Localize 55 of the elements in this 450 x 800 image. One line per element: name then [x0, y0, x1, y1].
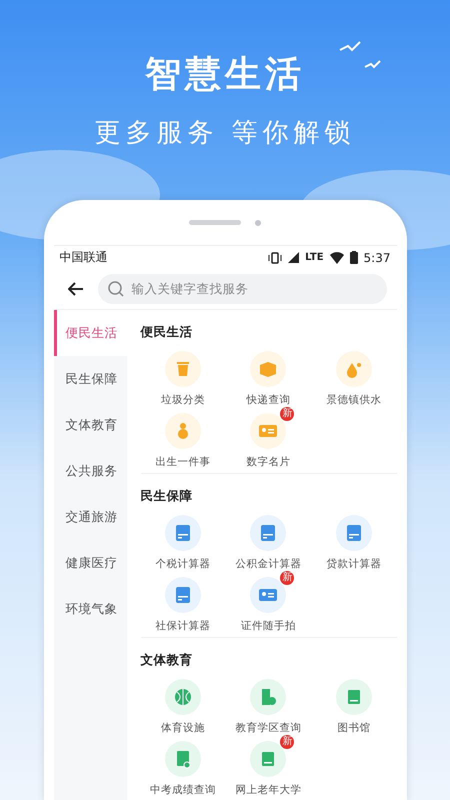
service-label: 体育设施 [161, 721, 206, 735]
category-tab[interactable]: 交通旅游 [54, 494, 126, 540]
service-icon-circle[interactable] [165, 577, 202, 613]
service-label: 数字名片 [246, 455, 290, 469]
category-tab[interactable]: 民生保障 [54, 356, 126, 402]
service-label: 公积金计算器 [235, 557, 302, 571]
service-icon-circle[interactable] [336, 679, 372, 715]
box-icon [258, 359, 278, 379]
category-tab[interactable]: 公共服务 [54, 448, 126, 494]
service-icon-circle[interactable] [165, 351, 202, 387]
basketball-icon [173, 687, 194, 707]
service-icon-circle[interactable] [165, 515, 202, 551]
signal-icon [288, 252, 300, 263]
category-tab[interactable]: 健康医疗 [54, 540, 126, 586]
service-icon-circle[interactable] [250, 515, 286, 551]
headline: 智慧生活 [145, 53, 305, 97]
subheadline: 更多服务 等你解锁 [94, 117, 356, 150]
service-label: 贷款计算器 [326, 557, 382, 571]
vibrate-icon [268, 252, 282, 264]
new-badge: 新 [280, 735, 294, 749]
service-label: 中考成绩查询 [150, 783, 216, 797]
service-icon-circle[interactable] [165, 679, 202, 715]
service-label: 证件随手拍 [240, 619, 296, 633]
new-badge: 新 [280, 571, 294, 585]
service-label: 教育学区查询 [235, 721, 302, 735]
service-label: 垃圾分类 [161, 393, 206, 407]
new-badge: 新 [280, 407, 294, 421]
section-title: 民生保障 [140, 487, 194, 505]
service-label: 个税计算器 [156, 557, 211, 571]
service-label: 图书馆 [337, 721, 370, 735]
service-label: 社保计算器 [156, 619, 211, 633]
back-arrow-icon[interactable] [68, 282, 84, 296]
service-icon-circle[interactable] [165, 413, 202, 449]
section-title: 文体教育 [140, 651, 194, 669]
service-label: 出生一件事 [156, 455, 211, 469]
service-label: 景德镇供水 [326, 393, 382, 407]
category-tab[interactable]: 便民生活 [54, 310, 126, 356]
network-type: LTE [305, 252, 324, 263]
category-tab[interactable]: 文体教育 [54, 402, 126, 448]
service-label: 网上老年大学 [235, 783, 302, 797]
carrier-name: 中国联通 [60, 249, 108, 266]
battery-icon [350, 251, 358, 264]
camera-dot [255, 220, 261, 226]
service-label: 快递查询 [246, 393, 290, 407]
service-icon-circle[interactable] [165, 741, 202, 777]
service-icon-circle[interactable] [336, 515, 372, 551]
wifi-icon [330, 252, 344, 264]
service-icon-circle[interactable] [250, 351, 286, 387]
category-tab[interactable]: 环境气象 [54, 586, 126, 632]
search-icon [108, 281, 124, 297]
service-icon-circle[interactable] [250, 679, 286, 715]
section-title: 便民生活 [140, 323, 194, 341]
speaker-grille [189, 220, 241, 225]
service-icon-circle[interactable] [336, 351, 372, 387]
clock-time: 5:37 [364, 250, 390, 264]
